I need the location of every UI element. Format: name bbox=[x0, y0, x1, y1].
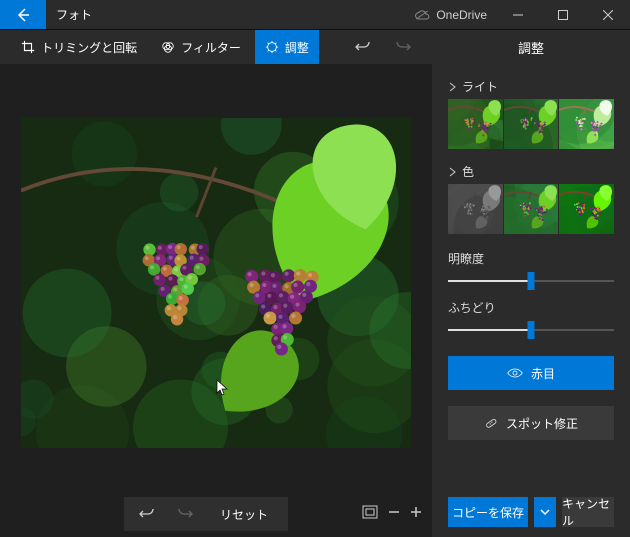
bandage-icon bbox=[484, 416, 498, 430]
redo-button-footer[interactable] bbox=[168, 506, 202, 522]
grape-photo bbox=[21, 118, 411, 448]
window-maximize-button[interactable] bbox=[540, 0, 585, 29]
panel-title: 調整 bbox=[432, 30, 630, 64]
fit-icon bbox=[362, 505, 378, 519]
onedrive-status[interactable]: OneDrive bbox=[406, 0, 495, 29]
back-button[interactable] bbox=[0, 0, 46, 29]
chevron-right-icon bbox=[448, 82, 456, 92]
adjust-panel: ライト 色 明瞭度 ふちどり 赤目 bbox=[432, 64, 630, 537]
crop-icon bbox=[21, 40, 35, 54]
reset-group: リセット bbox=[124, 497, 288, 531]
vignette-slider[interactable] bbox=[448, 320, 614, 340]
section-color[interactable]: 色 bbox=[448, 157, 614, 184]
chevron-down-icon bbox=[540, 508, 550, 516]
eye-icon bbox=[507, 367, 523, 379]
redo-icon bbox=[395, 39, 411, 55]
undo-icon bbox=[355, 39, 371, 55]
section-light[interactable]: ライト bbox=[448, 72, 614, 99]
undo-button[interactable] bbox=[345, 30, 381, 64]
reset-button[interactable]: リセット bbox=[206, 506, 282, 523]
cancel-button[interactable]: キャンセル bbox=[562, 497, 614, 527]
tab-adjust[interactable]: 調整 bbox=[255, 30, 319, 64]
tab-crop-rotate[interactable]: トリミングと回転 bbox=[11, 30, 147, 64]
filter-icon bbox=[161, 40, 175, 54]
vignette-label: ふちどり bbox=[448, 299, 614, 316]
editor-toolbar: トリミングと回転 フィルター 調整 調整 bbox=[0, 30, 630, 64]
window-close-button[interactable] bbox=[585, 0, 630, 29]
clarity-label: 明瞭度 bbox=[448, 250, 614, 267]
zoom-out-button[interactable] bbox=[388, 505, 400, 523]
color-thumbnails[interactable] bbox=[448, 184, 614, 234]
zoom-in-button[interactable] bbox=[410, 505, 422, 523]
save-button[interactable]: コピーを保存 bbox=[448, 497, 528, 527]
app-title: フォト bbox=[46, 0, 92, 29]
cloud-icon bbox=[414, 9, 430, 21]
tab-filter[interactable]: フィルター bbox=[151, 30, 251, 64]
save-menu-button[interactable] bbox=[534, 497, 556, 527]
canvas-area: リセット bbox=[0, 64, 432, 537]
chevron-right-icon bbox=[448, 167, 456, 177]
window-minimize-button[interactable] bbox=[495, 0, 540, 29]
panel-footer: コピーを保存 キャンセル bbox=[432, 487, 630, 537]
clarity-slider[interactable] bbox=[448, 271, 614, 291]
fit-button[interactable] bbox=[362, 505, 378, 524]
undo-button-footer[interactable] bbox=[130, 506, 164, 522]
redeye-button[interactable]: 赤目 bbox=[448, 356, 614, 390]
photo-preview[interactable] bbox=[21, 118, 411, 448]
redo-button[interactable] bbox=[385, 30, 421, 64]
light-thumbnails[interactable] bbox=[448, 99, 614, 149]
title-bar: フォト OneDrive bbox=[0, 0, 630, 30]
spotfix-button[interactable]: スポット修正 bbox=[448, 406, 614, 440]
adjust-icon bbox=[265, 40, 279, 54]
